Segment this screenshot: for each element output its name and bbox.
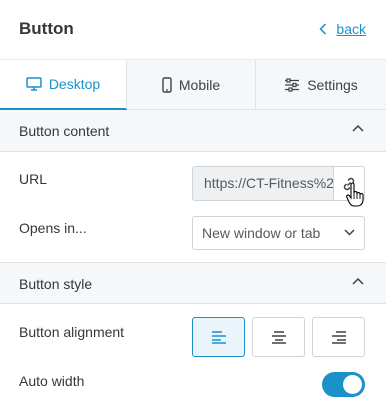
chevron-up-icon[interactable]: [352, 277, 364, 285]
opens-in-value: New window or tab: [202, 225, 321, 241]
auto-width-label: Auto width: [19, 373, 85, 389]
opens-in-label: Opens in...: [19, 220, 87, 236]
url-field[interactable]: https://CT-Fitness%2: [192, 166, 334, 201]
align-right-button[interactable]: [312, 317, 365, 357]
toggle-knob: [343, 375, 362, 394]
sliders-icon: [284, 78, 300, 92]
hand-cursor-icon: [346, 183, 364, 207]
tab-settings[interactable]: Settings: [256, 60, 386, 110]
panel-header: Button back: [0, 0, 386, 60]
align-center-icon: [271, 331, 286, 344]
chevron-down-icon: [344, 229, 355, 236]
desktop-icon: [26, 77, 42, 91]
tab-desktop[interactable]: Desktop: [0, 60, 127, 110]
mobile-icon: [162, 77, 172, 93]
align-center-button[interactable]: [252, 317, 305, 357]
tab-mobile[interactable]: Mobile: [127, 60, 256, 110]
tab-bar: Desktop Mobile Settings: [0, 60, 386, 110]
chevron-up-icon[interactable]: [352, 124, 364, 132]
section-button-style[interactable]: Button style: [0, 262, 386, 304]
url-label: URL: [19, 171, 48, 187]
section-title: Button content: [19, 123, 110, 139]
page-title: Button: [19, 19, 74, 38]
back-label[interactable]: back: [336, 21, 366, 37]
align-right-icon: [331, 331, 346, 344]
chevron-left-icon: [319, 23, 327, 35]
section-title: Button style: [19, 276, 93, 292]
tab-mobile-label: Mobile: [178, 77, 221, 93]
align-left-icon: [211, 331, 226, 344]
alignment-label: Button alignment: [19, 324, 125, 340]
back-link[interactable]: back: [319, 21, 366, 37]
opens-in-select[interactable]: New window or tab: [192, 216, 365, 250]
auto-width-toggle[interactable]: [322, 372, 365, 397]
tab-settings-label: Settings: [307, 77, 358, 93]
align-left-button[interactable]: [192, 317, 245, 357]
tab-desktop-label: Desktop: [48, 76, 101, 92]
section-button-content[interactable]: Button content: [0, 110, 386, 152]
